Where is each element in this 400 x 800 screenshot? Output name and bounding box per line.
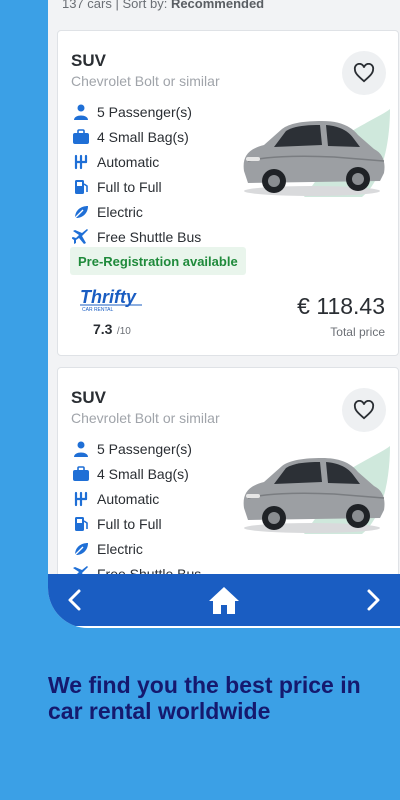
car-image	[243, 109, 390, 197]
feature-fuel: Full to Full	[72, 511, 201, 536]
results-count: 137 cars	[62, 0, 112, 11]
home-icon	[209, 587, 239, 614]
feature-label: Electric	[97, 203, 143, 220]
person-icon	[72, 103, 90, 121]
car-card[interactable]: SUV Chevrolet Bolt or similar 5 Passenge…	[57, 30, 399, 356]
feature-label: 4 Small Bag(s)	[97, 128, 189, 145]
feature-label: Full to Full	[97, 515, 162, 532]
gearshift-icon	[72, 490, 90, 508]
forward-button[interactable]	[362, 585, 386, 615]
feature-passengers: 5 Passenger(s)	[72, 436, 201, 461]
rating-scale: /10	[116, 326, 131, 337]
car-type: SUV	[71, 51, 106, 70]
plane-icon	[72, 565, 90, 574]
favorite-button[interactable]	[342, 51, 386, 95]
bag-icon	[72, 465, 90, 483]
leaf-icon	[72, 540, 90, 558]
feature-label: Free Shuttle Bus	[97, 228, 202, 245]
car-card[interactable]: SUV Chevrolet Bolt or similar 5 Passenge…	[57, 367, 399, 574]
sort-value[interactable]: Recommended	[171, 0, 264, 11]
header-separator: |	[115, 0, 119, 11]
promo-tagline: We find you the best price in car rental…	[48, 672, 361, 724]
heart-icon	[353, 63, 375, 83]
bag-icon	[72, 128, 90, 146]
plane-icon	[72, 228, 90, 246]
feature-label: Automatic	[97, 153, 160, 170]
results-screen: 137 cars | Sort by: Recommended SUV Chev…	[48, 0, 400, 574]
feature-electric: Electric	[72, 536, 201, 561]
feature-bags: 4 Small Bag(s)	[72, 461, 201, 486]
fuel-icon	[72, 178, 90, 196]
feature-label: Electric	[97, 540, 143, 557]
sort-label[interactable]: Sort by:	[123, 0, 168, 11]
feature-transmission: Automatic	[72, 486, 201, 511]
total-price-label: Total price	[330, 325, 385, 339]
chevron-left-icon	[68, 589, 81, 611]
feature-label: Free Shuttle Bus	[97, 565, 202, 575]
chevron-right-icon	[367, 589, 380, 611]
car-type: SUV	[71, 388, 106, 407]
favorite-button[interactable]	[342, 388, 386, 432]
total-price: € 118.43	[297, 293, 385, 319]
feature-label: Full to Full	[97, 178, 162, 195]
svg-text:CAR RENTAL: CAR RENTAL	[82, 307, 114, 313]
feature-fuel: Full to Full	[72, 174, 201, 199]
heart-icon	[353, 400, 375, 420]
svg-text:Thrifty: Thrifty	[80, 287, 137, 307]
bottom-navigation	[48, 574, 400, 626]
home-button[interactable]	[207, 583, 241, 617]
feature-label: 5 Passenger(s)	[97, 440, 192, 457]
results-header: 137 cars | Sort by: Recommended	[62, 0, 264, 11]
rating-score: 7.3	[93, 321, 113, 337]
phone-frame: 137 cars | Sort by: Recommended SUV Chev…	[48, 0, 400, 628]
feature-bags: 4 Small Bag(s)	[72, 124, 201, 149]
feature-label: 5 Passenger(s)	[97, 103, 192, 120]
gearshift-icon	[72, 153, 90, 171]
feature-label: 4 Small Bag(s)	[97, 465, 189, 482]
car-model: Chevrolet Bolt or similar	[71, 73, 220, 89]
vendor-rating: 7.3 /10	[93, 321, 131, 339]
feature-transmission: Automatic	[72, 149, 201, 174]
feature-list: 5 Passenger(s) 4 Small Bag(s) Automatic …	[72, 99, 201, 249]
feature-list: 5 Passenger(s) 4 Small Bag(s) Automatic …	[72, 436, 201, 574]
car-model: Chevrolet Bolt or similar	[71, 410, 220, 426]
feature-electric: Electric	[72, 199, 201, 224]
feature-shuttle: Free Shuttle Bus	[72, 224, 201, 249]
fuel-icon	[72, 515, 90, 533]
back-button[interactable]	[62, 585, 86, 615]
car-image	[243, 446, 390, 534]
feature-label: Automatic	[97, 490, 160, 507]
feature-passengers: 5 Passenger(s)	[72, 99, 201, 124]
thrifty-logo: Thrifty CAR RENTAL	[80, 287, 142, 313]
leaf-icon	[72, 203, 90, 221]
preregistration-badge: Pre-Registration available	[70, 247, 246, 275]
feature-shuttle: Free Shuttle Bus	[72, 561, 201, 574]
person-icon	[72, 440, 90, 458]
